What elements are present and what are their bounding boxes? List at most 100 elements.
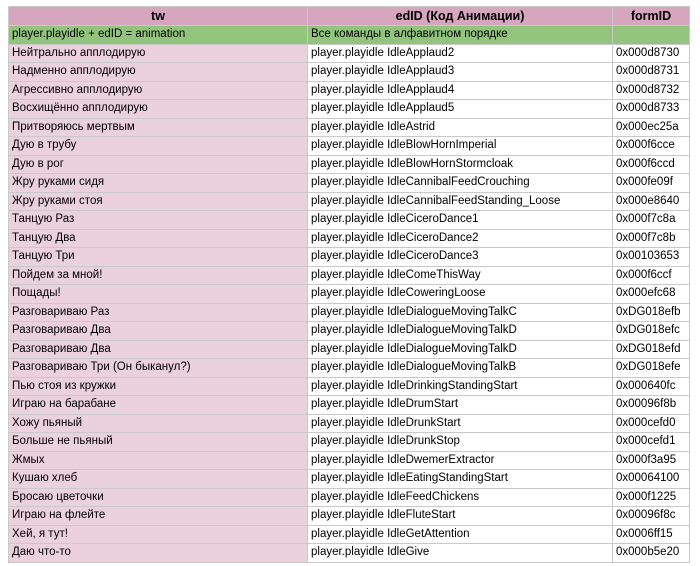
formid-cell[interactable]: 0x000b5e20: [612, 543, 690, 563]
edid-cell[interactable]: player.playidle IdleApplaud4: [307, 80, 613, 100]
edid-cell[interactable]: player.playidle IdleApplaud5: [307, 99, 613, 119]
edid-cell[interactable]: player.playidle IdleEatingStandingStart: [307, 469, 613, 489]
subheader-formid-cell[interactable]: [612, 25, 690, 45]
edid-cell[interactable]: player.playidle IdleDwemerExtractor: [307, 450, 613, 470]
header-formid[interactable]: formID: [612, 6, 690, 26]
formid-cell[interactable]: 0xDG018efd: [612, 339, 690, 359]
tw-cell[interactable]: Пощады!: [8, 284, 308, 304]
tw-cell[interactable]: Агрессивно апплодирую: [8, 80, 308, 100]
header-row: tw edID (Код Анимации) formID: [8, 6, 690, 26]
formid-cell[interactable]: 0x000d8732: [612, 80, 690, 100]
edid-cell[interactable]: player.playidle IdleAstrid: [307, 117, 613, 137]
edid-cell[interactable]: player.playidle IdleDrunkStop: [307, 432, 613, 452]
tw-cell[interactable]: Жру руками стоя: [8, 191, 308, 211]
formid-cell[interactable]: 0x00103653: [612, 247, 690, 267]
edid-cell[interactable]: player.playidle IdleDrunkStart: [307, 413, 613, 433]
formid-cell[interactable]: 0x00064100: [612, 469, 690, 489]
formid-cell[interactable]: 0x000f6ccd: [612, 154, 690, 174]
formid-cell[interactable]: 0x000640fc: [612, 376, 690, 396]
tw-cell[interactable]: Танцую Раз: [8, 210, 308, 230]
edid-cell[interactable]: player.playidle IdleCiceroDance1: [307, 210, 613, 230]
header-tw[interactable]: tw: [8, 6, 308, 26]
formid-cell[interactable]: 0xDG018efc: [612, 321, 690, 341]
formid-cell[interactable]: 0x000cefd0: [612, 413, 690, 433]
tw-cell[interactable]: Разговариваю Два: [8, 321, 308, 341]
formid-cell[interactable]: 0x000f6ccf: [612, 265, 690, 285]
formid-cell[interactable]: 0x000f7c8a: [612, 210, 690, 230]
formid-cell[interactable]: 0x0006ff15: [612, 524, 690, 544]
edid-cell[interactable]: player.playidle IdleDialogueMovingTalkC: [307, 302, 613, 322]
edid-cell[interactable]: player.playidle IdleCiceroDance3: [307, 247, 613, 267]
edid-cell[interactable]: player.playidle IdleBlowHornImperial: [307, 136, 613, 156]
formid-cell[interactable]: 0xDG018efe: [612, 358, 690, 378]
formid-cell[interactable]: 0x00096f8b: [612, 395, 690, 415]
table-row: Разговариваю Три (Он быканул?) player.pla…: [8, 358, 690, 378]
formid-cell[interactable]: 0x000d8730: [612, 43, 690, 63]
edid-cell[interactable]: player.playidle IdleFeedChickens: [307, 487, 613, 507]
formid-cell[interactable]: 0x000fe09f: [612, 173, 690, 193]
edid-cell[interactable]: player.playidle IdleGive: [307, 543, 613, 563]
tw-cell[interactable]: Играю на барабане: [8, 395, 308, 415]
edid-cell[interactable]: player.playidle IdleDrumStart: [307, 395, 613, 415]
edid-cell[interactable]: player.playidle IdleCiceroDance2: [307, 228, 613, 248]
edid-cell[interactable]: player.playidle IdleApplaud3: [307, 62, 613, 82]
header-edid[interactable]: edID (Код Анимации): [307, 6, 613, 26]
tw-cell[interactable]: Пью стоя из кружки: [8, 376, 308, 396]
tw-cell[interactable]: Нейтрально апплодирую: [8, 43, 308, 63]
tw-cell[interactable]: Хожу пьяный: [8, 413, 308, 433]
formid-cell[interactable]: 0xDG018efb: [612, 302, 690, 322]
tw-cell[interactable]: Пойдем за мной!: [8, 265, 308, 285]
edid-cell[interactable]: player.playidle IdleDialogueMovingTalkB: [307, 358, 613, 378]
edid-cell[interactable]: player.playidle IdleDialogueMovingTalkD: [307, 339, 613, 359]
edid-cell[interactable]: player.playidle IdleCoweringLoose: [307, 284, 613, 304]
edid-cell[interactable]: player.playidle IdleFluteStart: [307, 506, 613, 526]
tw-cell[interactable]: Больше не пьяный: [8, 432, 308, 452]
edid-cell[interactable]: player.playidle IdleDrinkingStandingStar…: [307, 376, 613, 396]
formid-cell[interactable]: 0x000ec25a: [612, 117, 690, 137]
formid-cell[interactable]: 0x000d8731: [612, 62, 690, 82]
subheader-row: player.playidle + edID = animation Все к…: [8, 25, 690, 45]
subheader-edid-cell[interactable]: Все команды в алфавитном порядке: [307, 25, 613, 45]
edid-cell[interactable]: player.playidle IdleBlowHornStormcloak: [307, 154, 613, 174]
edid-cell[interactable]: player.playidle IdleGetAttention: [307, 524, 613, 544]
table-row: Больше не пьяный player.playidle IdleDrun…: [8, 432, 690, 452]
formid-cell[interactable]: 0x00096f8c: [612, 506, 690, 526]
table-row: Разговариваю Раз player.playidle IdleDial…: [8, 302, 690, 322]
edid-cell[interactable]: player.playidle IdleComeThisWay: [307, 265, 613, 285]
tw-cell[interactable]: Хей, я тут!: [8, 524, 308, 544]
table-row: Жру руками стоя player.playidle IdleCanni…: [8, 191, 690, 211]
edid-cell[interactable]: player.playidle IdleCannibalFeedCrouchin…: [307, 173, 613, 193]
table-row: Агрессивно апплодирую player.playidle Idl…: [8, 80, 690, 100]
formid-cell[interactable]: 0x000f3a95: [612, 450, 690, 470]
tw-cell[interactable]: Разговариваю Два: [8, 339, 308, 359]
tw-cell[interactable]: Дую в рог: [8, 154, 308, 174]
subheader-tw-cell[interactable]: player.playidle + edID = animation: [8, 25, 308, 45]
edid-cell[interactable]: player.playidle IdleApplaud2: [307, 43, 613, 63]
tw-cell[interactable]: Даю что-то: [8, 543, 308, 563]
tw-cell[interactable]: Разговариваю Три (Он быканул?): [8, 358, 308, 378]
tw-cell[interactable]: Бросаю цветочки: [8, 487, 308, 507]
tw-cell[interactable]: Восхищённо апплодирую: [8, 99, 308, 119]
tw-cell[interactable]: Надменно апплодирую: [8, 62, 308, 82]
formid-cell[interactable]: 0x000e8640: [612, 191, 690, 211]
formid-cell[interactable]: 0x000f1225: [612, 487, 690, 507]
tw-cell[interactable]: Разговариваю Раз: [8, 302, 308, 322]
tw-cell[interactable]: Играю на флейте: [8, 506, 308, 526]
formid-cell[interactable]: 0x000d8733: [612, 99, 690, 119]
tw-cell[interactable]: Кушаю хлеб: [8, 469, 308, 489]
formid-cell[interactable]: 0x000f7c8b: [612, 228, 690, 248]
formid-cell[interactable]: 0x000efc68: [612, 284, 690, 304]
table-row: Танцую Два player.playidle IdleCiceroDanc…: [8, 228, 690, 248]
tw-cell[interactable]: Притворяюсь мертвым: [8, 117, 308, 137]
tw-cell[interactable]: Жмых: [8, 450, 308, 470]
tw-cell[interactable]: Жру руками сидя: [8, 173, 308, 193]
tw-cell[interactable]: Дую в трубу: [8, 136, 308, 156]
formid-cell[interactable]: 0x000cefd1: [612, 432, 690, 452]
tw-cell[interactable]: Танцую Три: [8, 247, 308, 267]
table-row: Играю на флейте player.playidle IdleFlute…: [8, 506, 690, 526]
formid-cell[interactable]: 0x000f6cce: [612, 136, 690, 156]
table-row: Пойдем за мной! player.playidle IdleComeT…: [8, 265, 690, 285]
edid-cell[interactable]: player.playidle IdleDialogueMovingTalkD: [307, 321, 613, 341]
edid-cell[interactable]: player.playidle IdleCannibalFeedStanding…: [307, 191, 613, 211]
tw-cell[interactable]: Танцую Два: [8, 228, 308, 248]
